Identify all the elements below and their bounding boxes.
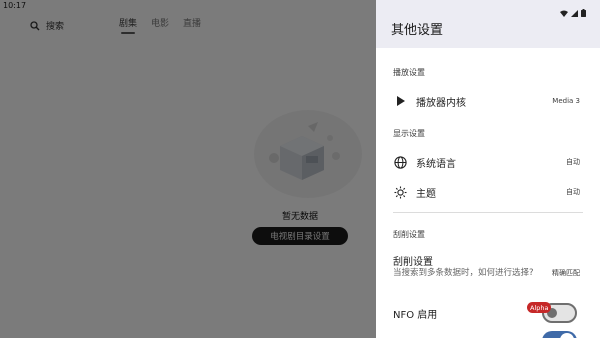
alpha-badge: Alpha <box>527 302 552 313</box>
section-display: 显示设置 <box>393 129 425 138</box>
play-icon <box>393 94 407 108</box>
setting-theme[interactable]: 主题 自动 <box>376 180 600 204</box>
setting-label: 主题 <box>416 188 436 200</box>
setting-player-core[interactable]: 播放器内核 Media 3 <box>376 89 600 113</box>
battery-icon <box>581 2 586 21</box>
setting-value: Media 3 <box>552 97 580 105</box>
divider <box>393 212 583 213</box>
drawer-title: 其他设置 <box>391 23 444 38</box>
drawer-header: 其他设置 <box>376 0 600 48</box>
section-playback: 播放设置 <box>393 68 425 77</box>
settings-drawer: 其他设置 播放设置 播放器内核 Media 3 显示设置 系统语言 自动 主题 … <box>376 0 600 338</box>
setting-label: 刮削设置 <box>393 257 433 268</box>
setting-label-nfo: NFO 启用 <box>393 310 438 321</box>
setting-value: 自动 <box>566 158 580 166</box>
signal-icon <box>571 2 578 21</box>
setting-label: 系统语言 <box>416 158 456 170</box>
next-setting-toggle[interactable] <box>542 331 577 338</box>
toggle-knob <box>560 333 574 338</box>
setting-language[interactable]: 系统语言 自动 <box>376 150 600 174</box>
wifi-icon <box>560 2 568 21</box>
status-icons <box>560 2 586 21</box>
setting-description: 当搜索到多条数据时，如何进行选择? <box>393 268 534 278</box>
sun-icon <box>393 185 407 199</box>
setting-value: 自动 <box>566 188 580 196</box>
globe-icon <box>393 155 407 169</box>
setting-label: 播放器内核 <box>416 97 466 109</box>
section-scraping: 刮削设置 <box>393 230 425 239</box>
setting-value: 精确匹配 <box>552 269 580 277</box>
